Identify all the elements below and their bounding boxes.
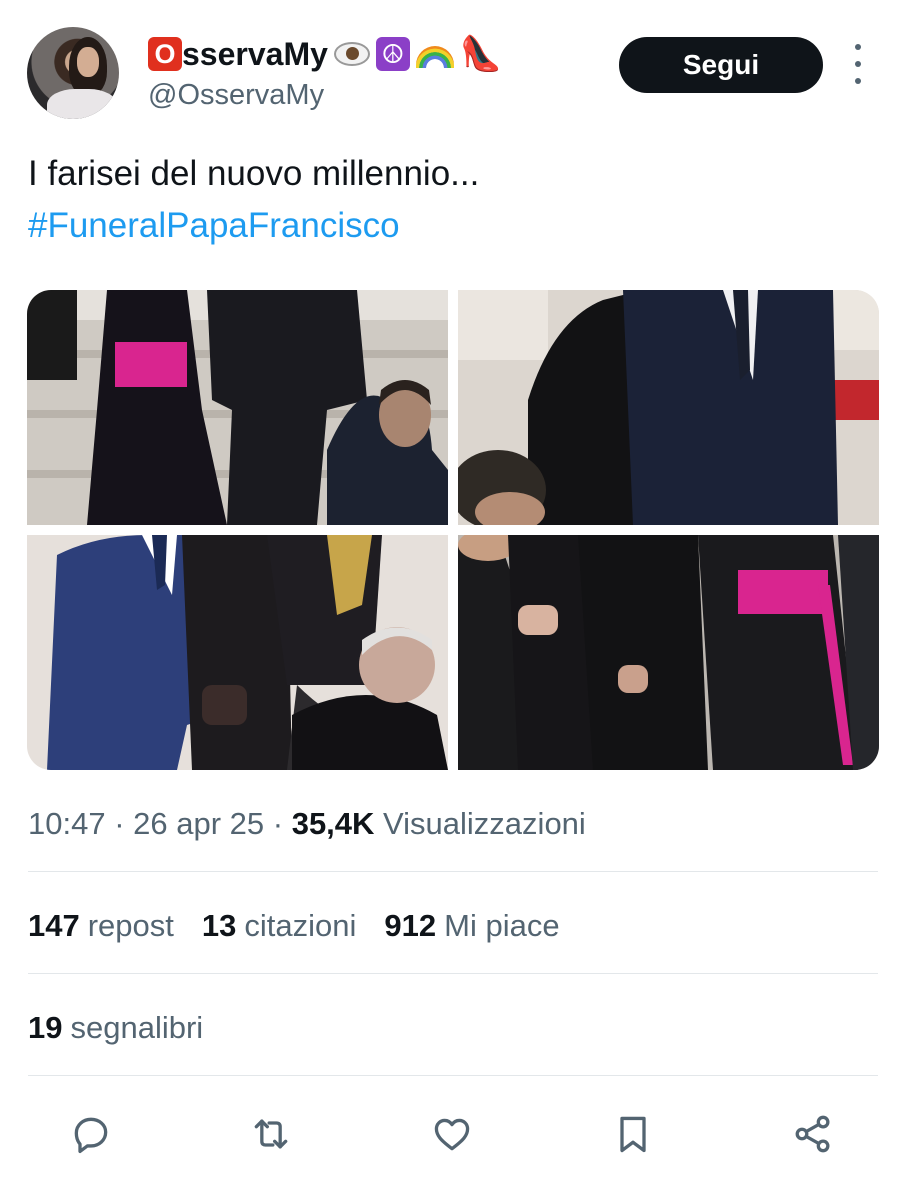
likes-count: 912: [384, 908, 437, 943]
quotes-label: citazioni: [244, 908, 357, 943]
tweet-meta: 10:47 · 26 apr 25 · 35,4K Visualizzazion…: [28, 804, 586, 844]
engagement-stats: 147 repost 13 citazioni 912 Mi piace: [28, 906, 560, 946]
tweet-text: I farisei del nuovo millennio... #Funera…: [28, 148, 878, 252]
peace-icon: ☮: [375, 37, 410, 71]
views-count: 35,4K: [291, 806, 375, 841]
bookmarks-stat[interactable]: 19 segnalibri: [28, 1008, 203, 1048]
quotes-count: 13: [201, 908, 237, 943]
photo-4[interactable]: [458, 535, 879, 770]
divider: [28, 871, 878, 872]
photo-1[interactable]: [27, 290, 448, 525]
o-letter-badge-icon: O: [148, 37, 182, 71]
tweet-time[interactable]: 10:47: [28, 806, 106, 841]
bookmark-icon: [620, 1116, 646, 1153]
more-options-icon[interactable]: [846, 44, 870, 84]
dot: [855, 78, 861, 84]
user-handle[interactable]: @OsservaMy: [148, 76, 324, 114]
separator: ·: [105, 806, 134, 841]
likes-stat[interactable]: 912 Mi piace: [384, 906, 559, 946]
reposts-label: repost: [87, 908, 174, 943]
like-button[interactable]: [424, 1106, 480, 1162]
display-name: sservaMy: [182, 36, 328, 72]
hashtag-link[interactable]: #FuneralPapaFrancisco: [28, 200, 878, 252]
divider: [28, 1075, 878, 1076]
bookmark-button[interactable]: [605, 1106, 661, 1162]
reposts-count: 147: [28, 908, 80, 943]
bookmarks-label: segnalibri: [70, 1010, 204, 1045]
avatar-face: [77, 47, 99, 77]
display-name-row[interactable]: O sservaMy ☮ 👠: [148, 34, 502, 74]
photo-2[interactable]: [458, 290, 879, 525]
avatar[interactable]: [27, 27, 119, 119]
high-heel-icon: 👠: [459, 35, 503, 73]
reposts-stat[interactable]: 147 repost: [28, 906, 174, 946]
tweet-body: I farisei del nuovo millennio...: [28, 154, 480, 193]
quotes-stat[interactable]: 13 citazioni: [202, 906, 356, 946]
separator: ·: [264, 806, 292, 841]
repost-button[interactable]: [243, 1106, 299, 1162]
repost-icon: [254, 1119, 288, 1149]
views-label: Visualizzazioni: [374, 806, 586, 841]
photo-3[interactable]: [27, 535, 448, 770]
action-bar: [28, 1106, 878, 1162]
photo-grid: [27, 290, 879, 770]
like-icon: [434, 1118, 470, 1151]
rainbow-icon: [415, 46, 454, 68]
dot: [855, 44, 861, 50]
tweet-date[interactable]: 26 apr 25: [133, 806, 264, 841]
reply-icon: [74, 1117, 108, 1154]
divider: [28, 973, 878, 974]
follow-button[interactable]: Segui: [619, 37, 823, 93]
bookmarks-count: 19: [28, 1010, 63, 1045]
dot: [855, 61, 861, 67]
share-button[interactable]: [785, 1106, 841, 1162]
avatar-body: [47, 89, 117, 119]
likes-label: Mi piace: [444, 908, 560, 943]
eye-icon: [333, 42, 370, 66]
reply-button[interactable]: [63, 1106, 119, 1162]
share-icon: [795, 1115, 830, 1153]
